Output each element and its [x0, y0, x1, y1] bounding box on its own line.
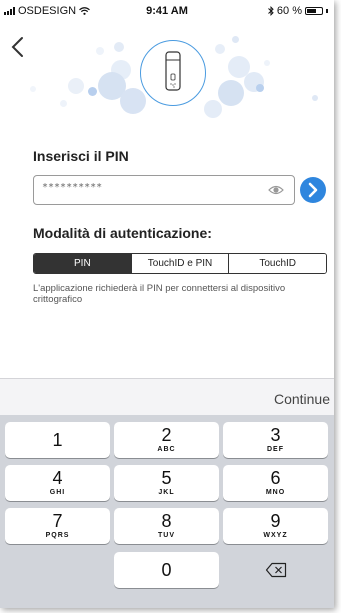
auth-mode-title: Modalità di autenticazione: [33, 225, 212, 241]
key-digit: 7 [52, 511, 63, 531]
battery-percent: 60 % [276, 5, 302, 17]
backspace-icon [265, 562, 286, 578]
pin-input[interactable] [42, 182, 242, 193]
auth-mode-segmented-control: PIN TouchID e PIN TouchID [33, 253, 327, 274]
segment-pin[interactable]: PIN [34, 254, 131, 273]
decor-dot [264, 60, 270, 66]
key-5[interactable]: 5 JKL [114, 465, 219, 501]
key-8[interactable]: 8 TUV [114, 508, 219, 544]
decor-dot [232, 36, 239, 43]
battery-cap [326, 9, 328, 13]
key-letters: JKL [158, 489, 175, 496]
decor-dot [215, 44, 225, 54]
key-digit: 9 [270, 511, 281, 531]
decor-dot [60, 100, 67, 107]
decor-dot [114, 42, 124, 52]
key-digit: 5 [161, 468, 172, 488]
phone-screen: OSDESIGN 9:41 AM 60 % Inserisci il PIN *… [0, 0, 334, 608]
numeric-keypad: 1 2 ABC 3 DEF 4 GHI 5 JKL 6 MNO 7 PQRS 8… [0, 415, 334, 608]
key-digit: 2 [161, 425, 172, 445]
key-9[interactable]: 9 WXYZ [223, 508, 328, 544]
usb-token-icon [165, 51, 181, 91]
delete-key[interactable] [223, 552, 328, 588]
key-letters: WXYZ [263, 532, 288, 539]
bluetooth-icon [268, 6, 274, 16]
chevron-right-icon [308, 182, 318, 198]
key-7[interactable]: 7 PQRS [5, 508, 110, 544]
decor-dot [30, 86, 36, 92]
key-digit: 1 [52, 430, 63, 450]
battery-icon [305, 7, 323, 15]
key-digit: 4 [52, 468, 63, 488]
key-1[interactable]: 1 [5, 422, 110, 458]
submit-pin-button[interactable] [300, 177, 326, 203]
decor-dot [204, 100, 222, 118]
keyboard-accessory-bar: Continue [0, 378, 334, 415]
decor-dot [88, 87, 97, 96]
key-2[interactable]: 2 ABC [114, 422, 219, 458]
back-chevron-icon[interactable] [8, 36, 28, 58]
pin-title: Inserisci il PIN [33, 148, 129, 164]
segment-touchid[interactable]: TouchID [228, 254, 326, 273]
key-letters: GHI [49, 489, 66, 496]
pin-field[interactable] [33, 175, 295, 205]
decor-dot [218, 80, 244, 106]
key-digit: 3 [270, 425, 281, 445]
key-digit: 8 [161, 511, 172, 531]
decor-dot [96, 47, 104, 55]
auth-description: L'applicazione richiederà il PIN per con… [33, 283, 286, 305]
key-3[interactable]: 3 DEF [223, 422, 328, 458]
key-letters: PQRS [45, 532, 70, 539]
eye-icon[interactable] [268, 184, 284, 196]
decor-dot [256, 84, 264, 92]
status-right: 60 % [268, 5, 328, 17]
key-6[interactable]: 6 MNO [223, 465, 328, 501]
key-digit: 0 [161, 560, 172, 580]
decor-dot [312, 95, 318, 101]
continue-button[interactable]: Continue [274, 391, 330, 407]
status-bar: OSDESIGN 9:41 AM 60 % [0, 0, 334, 22]
key-letters: DEF [267, 446, 284, 453]
key-digit: 6 [270, 468, 281, 488]
crypto-device-badge [140, 40, 206, 106]
key-letters: TUV [158, 532, 175, 539]
decor-dot [68, 78, 84, 94]
key-letters: ABC [157, 446, 176, 453]
key-0[interactable]: 0 [114, 552, 219, 588]
segment-touchid-pin[interactable]: TouchID e PIN [130, 254, 229, 273]
key-4[interactable]: 4 GHI [5, 465, 110, 501]
key-letters: MNO [265, 489, 286, 496]
